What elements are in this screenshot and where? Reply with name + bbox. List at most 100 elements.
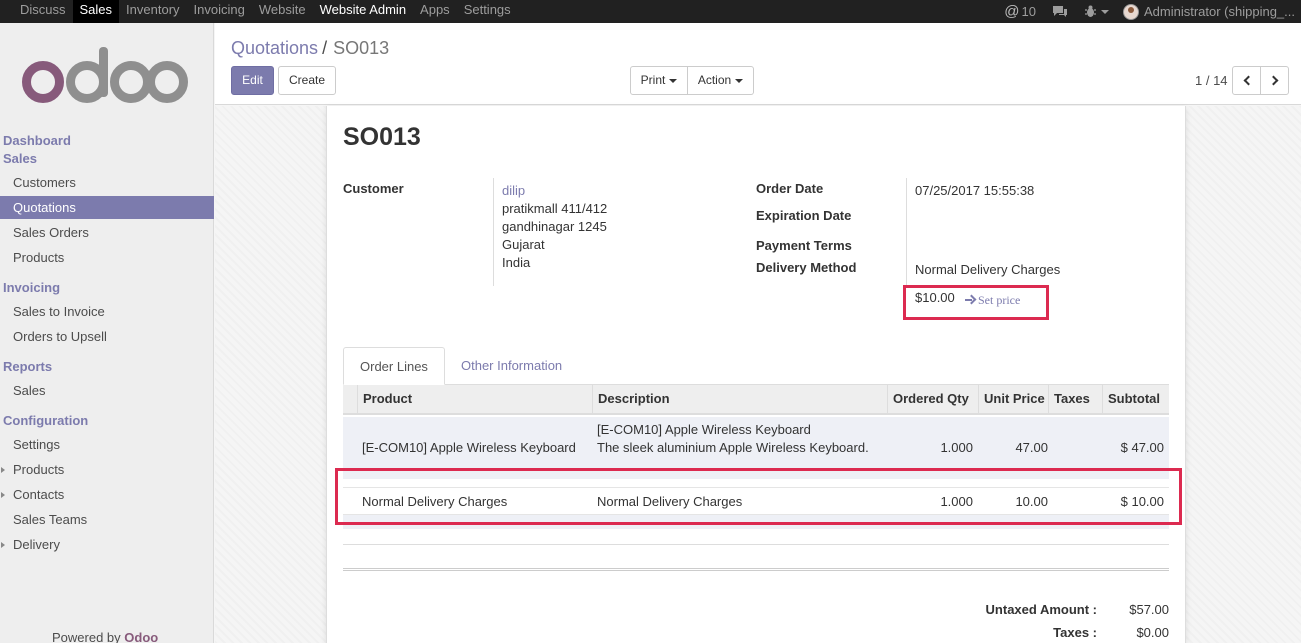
user-menu[interactable]: Administrator (shipping_...	[1122, 3, 1295, 20]
control-panel: Quotations / SO013 Edit Create Print Actio…	[215, 23, 1301, 105]
record-title: SO013	[343, 123, 421, 151]
sidebar-item-label: Products	[13, 462, 65, 477]
column-header-ordered-qty[interactable]: Ordered Qty	[887, 385, 978, 415]
sidebar-item-sales-orders[interactable]: Sales Orders	[0, 221, 214, 244]
address-line: Gujarat	[502, 237, 545, 252]
sidebar-item-products[interactable]: Products	[0, 246, 214, 269]
sidebar-item-settings[interactable]: Settings	[0, 433, 214, 456]
sidebar-section-configuration[interactable]: Configuration	[3, 413, 88, 428]
notebook-tabs: Order Lines Other Information	[343, 347, 1169, 385]
delivery-method-value: Normal Delivery Charges	[915, 262, 1061, 277]
sidebar-section-sales[interactable]: Sales	[3, 151, 37, 166]
cell-qty: 1.000	[940, 440, 973, 455]
table-header: Product Description Ordered Qty Unit Pri…	[343, 385, 1169, 415]
menu-sales[interactable]: Sales	[72, 0, 120, 23]
order-date-value: 07/25/2017 15:55:38	[915, 183, 1035, 198]
menu-website[interactable]: Website	[252, 0, 313, 23]
user-name: Administrator (shipping_...	[1143, 4, 1295, 19]
untaxed-amount-label: Untaxed Amount :	[985, 602, 1097, 617]
sidebar-section-dashboard[interactable]: Dashboard	[3, 133, 71, 148]
chat-button[interactable]	[1052, 5, 1068, 18]
avatar	[1122, 3, 1139, 20]
cell-description: [E-COM10] Apple Wireless Keyboard	[597, 422, 811, 437]
sidebar-item-report-sales[interactable]: Sales	[0, 379, 214, 402]
sidebar-item-sales-teams[interactable]: Sales Teams	[0, 508, 214, 531]
sidebar-item-sales-to-invoice[interactable]: Sales to Invoice	[0, 300, 214, 323]
create-button[interactable]: Create	[278, 66, 336, 95]
powered-by: Powered by Odoo	[52, 630, 158, 643]
menu-invoicing[interactable]: Invoicing	[187, 0, 252, 23]
sidebar-item-delivery[interactable]: Delivery	[0, 533, 214, 556]
powered-by-text: Powered by	[52, 630, 125, 643]
taxes-label: Taxes :	[1053, 625, 1097, 640]
column-header-unit-price[interactable]: Unit Price	[978, 385, 1048, 415]
sidebar-item-config-products[interactable]: Products	[0, 458, 214, 481]
breadcrumb-separator: /	[322, 38, 328, 58]
mentions-button[interactable]: @ 10	[1004, 3, 1036, 20]
column-header-taxes[interactable]: Taxes	[1048, 385, 1102, 415]
tab-other-information[interactable]: Other Information	[445, 347, 578, 385]
menu-inventory[interactable]: Inventory	[119, 0, 186, 23]
column-header-product[interactable]: Product	[357, 385, 592, 415]
untaxed-amount-value: $57.00	[1129, 602, 1169, 617]
edit-button[interactable]: Edit	[231, 66, 274, 95]
sidebar-item-label: Contacts	[13, 487, 65, 502]
menu-discuss[interactable]: Discuss	[13, 0, 73, 23]
table-row-empty	[343, 529, 1169, 545]
sidebar-section-reports[interactable]: Reports	[3, 359, 52, 374]
form-sheet: SO013 Customer dilip pratikmall 411/412 …	[326, 106, 1186, 643]
sidebar-item-quotations[interactable]: Quotations	[0, 196, 214, 219]
pager-next-button[interactable]	[1260, 66, 1289, 95]
address-line: pratikmall 411/412	[502, 201, 608, 216]
sidebar-item-orders-to-upsell[interactable]: Orders to Upsell	[0, 325, 214, 348]
menu-apps[interactable]: Apps	[413, 0, 457, 23]
powered-by-link[interactable]: Odoo	[124, 630, 158, 643]
print-label: Print	[640, 73, 666, 87]
sidebar-item-customers[interactable]: Customers	[0, 171, 214, 194]
breadcrumb: Quotations / SO013	[231, 38, 389, 59]
cell-product: [E-COM10] Apple Wireless Keyboard	[362, 440, 576, 455]
column-header-description[interactable]: Description	[592, 385, 887, 415]
delivery-method-label: Delivery Method	[756, 260, 857, 275]
menu-settings[interactable]: Settings	[457, 0, 518, 23]
tab-order-lines[interactable]: Order Lines	[343, 347, 445, 385]
menu-website-admin[interactable]: Website Admin	[313, 0, 413, 23]
cell-description: The sleek aluminium Apple Wireless Keybo…	[597, 440, 869, 455]
pager-value[interactable]: 1 / 14	[1195, 73, 1228, 88]
sidebar-item-contacts[interactable]: Contacts	[0, 483, 214, 506]
sidebar-section-invoicing[interactable]: Invoicing	[3, 280, 60, 295]
sidebar-item-label: Delivery	[13, 537, 60, 552]
odoo-logo[interactable]	[22, 47, 188, 105]
chevron-right-icon	[1268, 75, 1278, 86]
highlight-box	[903, 285, 1049, 320]
expiration-date-label: Expiration Date	[756, 208, 852, 223]
top-navbar: Discuss Sales Inventory Invoicing Websit…	[0, 0, 1301, 23]
field-divider	[493, 178, 494, 286]
bug-icon	[1084, 5, 1096, 17]
app-menu: Discuss Sales Inventory Invoicing Websit…	[13, 0, 518, 23]
form-view: SO013 Customer dilip pratikmall 411/412 …	[215, 106, 1301, 643]
customer-label: Customer	[343, 181, 404, 196]
pager-previous-button[interactable]	[1232, 66, 1261, 95]
highlight-box	[335, 468, 1182, 525]
cell-unit-price: 47.00	[1015, 440, 1048, 455]
breadcrumb-quotations[interactable]: Quotations	[231, 38, 318, 58]
chevron-down-icon	[1100, 9, 1109, 14]
chat-icon	[1052, 6, 1067, 17]
caret-right-icon	[1, 492, 5, 498]
address-line: India	[502, 255, 531, 270]
breadcrumb-current: SO013	[333, 38, 390, 58]
taxes-value: $0.00	[1136, 625, 1169, 640]
cell-subtotal: $ 47.00	[1120, 440, 1164, 455]
action-dropdown[interactable]: Action	[688, 66, 754, 95]
payment-terms-label: Payment Terms	[756, 238, 852, 253]
field-divider	[906, 178, 907, 286]
print-dropdown[interactable]: Print	[630, 66, 688, 95]
sidebar: Dashboard Sales Customers Quotations Sal…	[0, 23, 214, 643]
at-icon: @	[1004, 3, 1020, 20]
customer-link[interactable]: dilip	[502, 183, 525, 198]
debug-button[interactable]	[1084, 5, 1109, 18]
column-header-subtotal[interactable]: Subtotal	[1102, 385, 1169, 415]
address-line: gandhinagar 1245	[502, 219, 607, 234]
chevron-down-icon	[735, 78, 744, 83]
